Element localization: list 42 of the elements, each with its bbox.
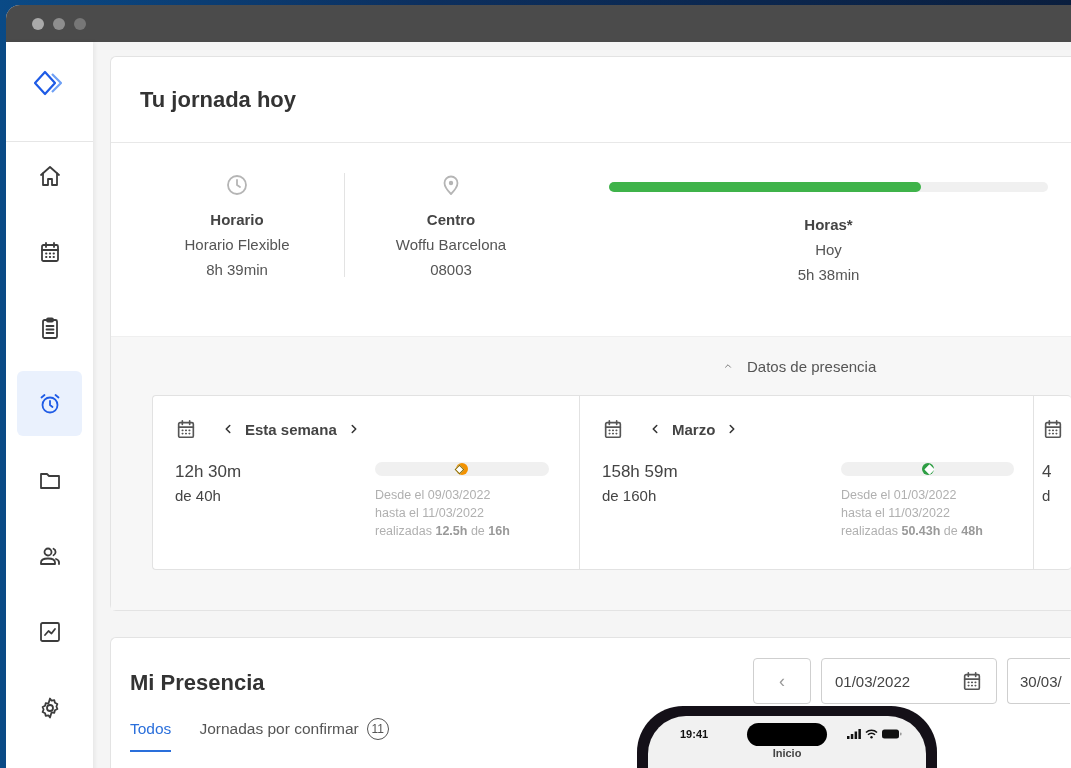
chevron-up-icon: [723, 361, 733, 371]
home-icon: [37, 163, 62, 188]
stat-value: Woffu Barcelona: [395, 235, 507, 255]
date-field[interactable]: 30/03/: [1007, 658, 1070, 704]
wifi-icon: [865, 729, 878, 739]
tab[interactable]: Todos: [130, 712, 172, 752]
window-control-dot[interactable]: [53, 17, 65, 30]
target-hours: de 40h: [175, 486, 222, 506]
calendar-icon: [961, 670, 983, 692]
stat-value: 08003: [430, 260, 472, 280]
presence-toggle[interactable]: Datos de presencia: [723, 337, 877, 395]
worked-hours: 4: [1042, 461, 1053, 483]
calendar-icon: [602, 418, 624, 440]
section-title: Tu jornada hoy: [111, 57, 1071, 143]
stat-value: Hoy: [815, 240, 842, 260]
period-label: Esta semana: [245, 420, 337, 438]
period-details: Desde el 01/03/2022 hasta el 11/03/2022 realizadas 50.43h de 48h: [841, 487, 984, 540]
window-control-dot[interactable]: [32, 17, 44, 30]
calendar-icon: [175, 418, 197, 440]
status-time: 19:41: [680, 728, 709, 740]
stat-label: Centro: [426, 210, 476, 230]
period-label: Marzo: [672, 420, 716, 438]
line-chart-icon: [37, 619, 62, 644]
clock-icon: [225, 173, 249, 197]
tab[interactable]: Jornadas por confirmar 11: [199, 712, 389, 752]
section-title: Mi Presencia: [130, 670, 266, 696]
target-hours: de 160h: [602, 486, 658, 506]
screen-title: Inicio: [771, 747, 803, 759]
signal-icon: [847, 729, 861, 739]
worked-hours: 158h 59m: [602, 461, 679, 483]
period-details: Desde el 09/03/2022 hasta el 11/03/2022 realizadas 12.5h de 16h: [375, 487, 511, 540]
calendar-icon: [1042, 418, 1064, 440]
stat-value: 5h 38min: [797, 265, 860, 285]
stat-value: 8h 39min: [206, 260, 268, 280]
worked-hours: 12h 30m: [175, 461, 243, 483]
target-hours: d: [1042, 486, 1052, 506]
stat-label: Horario: [210, 210, 264, 230]
window-control-dot[interactable]: [74, 17, 86, 30]
stat-value: Horario Flexible: [184, 235, 290, 255]
stat-label: Horas*: [804, 215, 853, 235]
battery-icon: [882, 729, 902, 739]
date-field[interactable]: 01/03/2022: [821, 658, 997, 704]
